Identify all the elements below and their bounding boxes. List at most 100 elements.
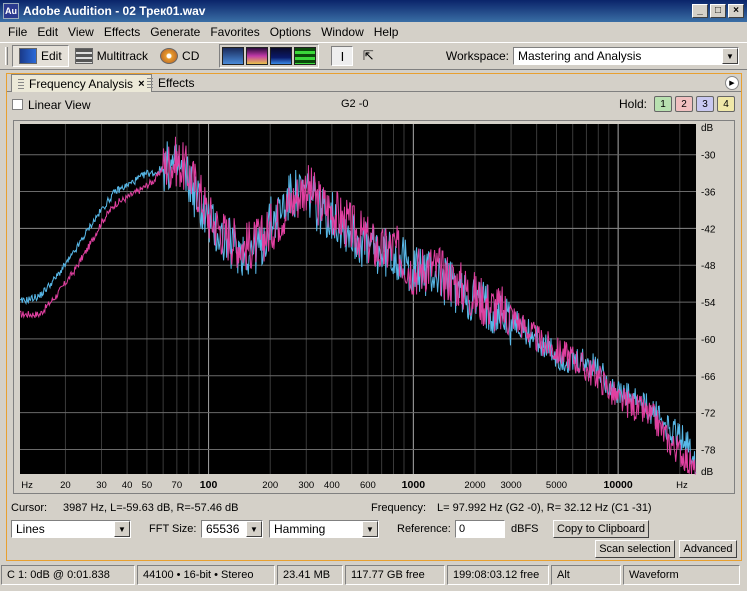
display-mode-value: Lines (16, 522, 45, 536)
scan-selection-button[interactable]: Scan selection (595, 540, 675, 558)
copy-to-clipboard-button[interactable]: Copy to Clipboard (553, 520, 649, 538)
x-tick-label: 50 (142, 480, 153, 491)
edit-view-button[interactable]: Edit (12, 45, 69, 67)
display-mode-select[interactable]: Lines ▼ (11, 520, 131, 538)
edit-view-icon (19, 48, 37, 64)
workspace-select[interactable]: Mastering and Analysis ▼ (513, 47, 739, 65)
fft-size-value: 65536 (206, 522, 240, 536)
spectral-pitch-button[interactable] (270, 47, 293, 65)
move-tool[interactable]: ⇱ (357, 46, 379, 66)
x-tick-label: 3000 (500, 480, 521, 491)
reference-unit: dBFS (511, 523, 539, 535)
window-function-select[interactable]: Hamming ▼ (269, 520, 379, 538)
drag-grip-icon[interactable] (147, 78, 153, 88)
x-tick-label: Hz (676, 480, 688, 491)
pan-display-button[interactable] (294, 47, 317, 65)
menu-effects[interactable]: Effects (99, 25, 145, 39)
x-tick-label: 70 (172, 480, 183, 491)
multitrack-view-button[interactable]: Multitrack (69, 45, 154, 67)
menu-view[interactable]: View (63, 25, 99, 39)
advanced-button[interactable]: Advanced (679, 540, 737, 558)
menu-options[interactable]: Options (265, 25, 316, 39)
close-button[interactable]: × (728, 4, 744, 18)
plot-background (20, 124, 696, 474)
reference-input[interactable]: 0 (455, 520, 505, 538)
y-tick-label: -48 (701, 261, 716, 272)
y-tick-label: -66 (701, 372, 716, 383)
panel-tabs: Frequency Analysis × Effects ▶ (7, 74, 741, 92)
status-cursor-level: C 1: 0dB @ 0:01.838 (1, 565, 135, 585)
tab-effects[interactable]: Effects (141, 74, 200, 92)
graph-label: G2 -0 (341, 98, 369, 110)
menu-edit[interactable]: Edit (32, 25, 63, 39)
window-function-value: Hamming (274, 522, 326, 536)
hold-button-2[interactable]: 2 (675, 96, 693, 112)
y-tick-label: -60 (701, 335, 716, 346)
y-tick-label: -36 (701, 188, 716, 199)
display-mode-group (219, 44, 320, 68)
spectral-display-button[interactable] (246, 47, 269, 65)
audition-app-icon[interactable]: Au (3, 3, 19, 19)
y-tick-label: -72 (701, 409, 716, 420)
menu-help[interactable]: Help (369, 25, 404, 39)
options-row: Linear View G2 -0 Hold: 1 2 3 4 (7, 95, 741, 115)
frequency-chart-svg[interactable]: dB -30 -36 -42 -48 -54 -60 -66 -72 -78 dB Hz 20 30 40 5… (14, 121, 734, 493)
x-tick-label: 400 (324, 480, 340, 491)
hold-button-1[interactable]: 1 (654, 96, 672, 112)
time-selection-tool[interactable]: I (331, 46, 354, 66)
workspace-group: Workspace: Mastering and Analysis ▼ (446, 47, 739, 65)
linear-view-label: Linear View (28, 98, 91, 112)
tab-frequency-analysis[interactable]: Frequency Analysis × (11, 74, 152, 92)
menu-generate[interactable]: Generate (145, 25, 205, 39)
x-tick-label: Hz (21, 480, 33, 491)
x-tick-label: 600 (360, 480, 376, 491)
menu-favorites[interactable]: Favorites (205, 25, 264, 39)
status-view-mode: Waveform (623, 565, 740, 585)
tab-effects-label: Effects (158, 76, 195, 90)
x-tick-label: 30 (96, 480, 107, 491)
chevron-down-icon[interactable]: ▼ (362, 521, 378, 537)
drag-grip-icon[interactable] (18, 78, 24, 89)
chevron-down-icon[interactable]: ▼ (722, 48, 738, 64)
menu-file[interactable]: File (3, 25, 32, 39)
fft-size-select[interactable]: 65536 ▼ (201, 520, 263, 538)
multitrack-icon (74, 48, 93, 64)
reference-label: Reference: (397, 523, 451, 535)
tool-group: I ⇱ (331, 46, 379, 66)
x-tick-label: 300 (298, 480, 314, 491)
main-toolbar: Edit Multitrack CD I ⇱ Workspace: Master… (0, 42, 747, 70)
x-tick-label: 2000 (464, 480, 485, 491)
y-tick-label: -30 (701, 151, 716, 162)
multitrack-label: Multitrack (96, 49, 149, 63)
y-tick-label: -78 (701, 445, 716, 456)
cd-icon (160, 48, 179, 64)
cd-view-button[interactable]: CD (154, 45, 205, 67)
chevron-down-icon[interactable]: ▼ (114, 521, 130, 537)
panel-menu-icon[interactable]: ▶ (725, 76, 739, 90)
x-tick-label: 40 (122, 480, 133, 491)
cursor-label: Cursor: (11, 502, 48, 514)
x-tick-label: 200 (262, 480, 278, 491)
maximize-button[interactable]: □ (710, 4, 726, 18)
hold-button-3[interactable]: 3 (696, 96, 714, 112)
workspace-value: Mastering and Analysis (518, 49, 642, 63)
workspace-label: Workspace: (445, 49, 509, 63)
frequency-value: L= 97.992 Hz (G2 -0), R= 32.12 Hz (C1 -3… (437, 502, 652, 514)
window-title: Adobe Audition - 02 Трек01.wav (23, 4, 206, 18)
frequency-analysis-panel: Frequency Analysis × Effects ▶ Linear Vi… (6, 73, 742, 561)
menu-window[interactable]: Window (316, 25, 369, 39)
status-modifier: Alt (551, 565, 621, 585)
linear-view-checkbox[interactable] (12, 99, 23, 110)
toolbar-grip[interactable] (5, 47, 8, 65)
chevron-down-icon[interactable]: ▼ (246, 521, 262, 537)
waveform-display-button[interactable] (222, 47, 245, 65)
x-tick-label: 100 (200, 479, 218, 491)
y-tick-label: dB (701, 123, 714, 134)
minimize-button[interactable]: _ (692, 4, 708, 18)
x-tick-label: 1000 (402, 479, 426, 491)
status-format: 44100 • 16-bit • Stereo (137, 565, 275, 585)
hold-button-4[interactable]: 4 (717, 96, 735, 112)
frequency-graph[interactable]: dB -30 -36 -42 -48 -54 -60 -66 -72 -78 dB Hz 20 30 40 5… (13, 120, 735, 494)
y-tick-label: -54 (701, 298, 716, 309)
hold-label: Hold: (618, 97, 647, 111)
